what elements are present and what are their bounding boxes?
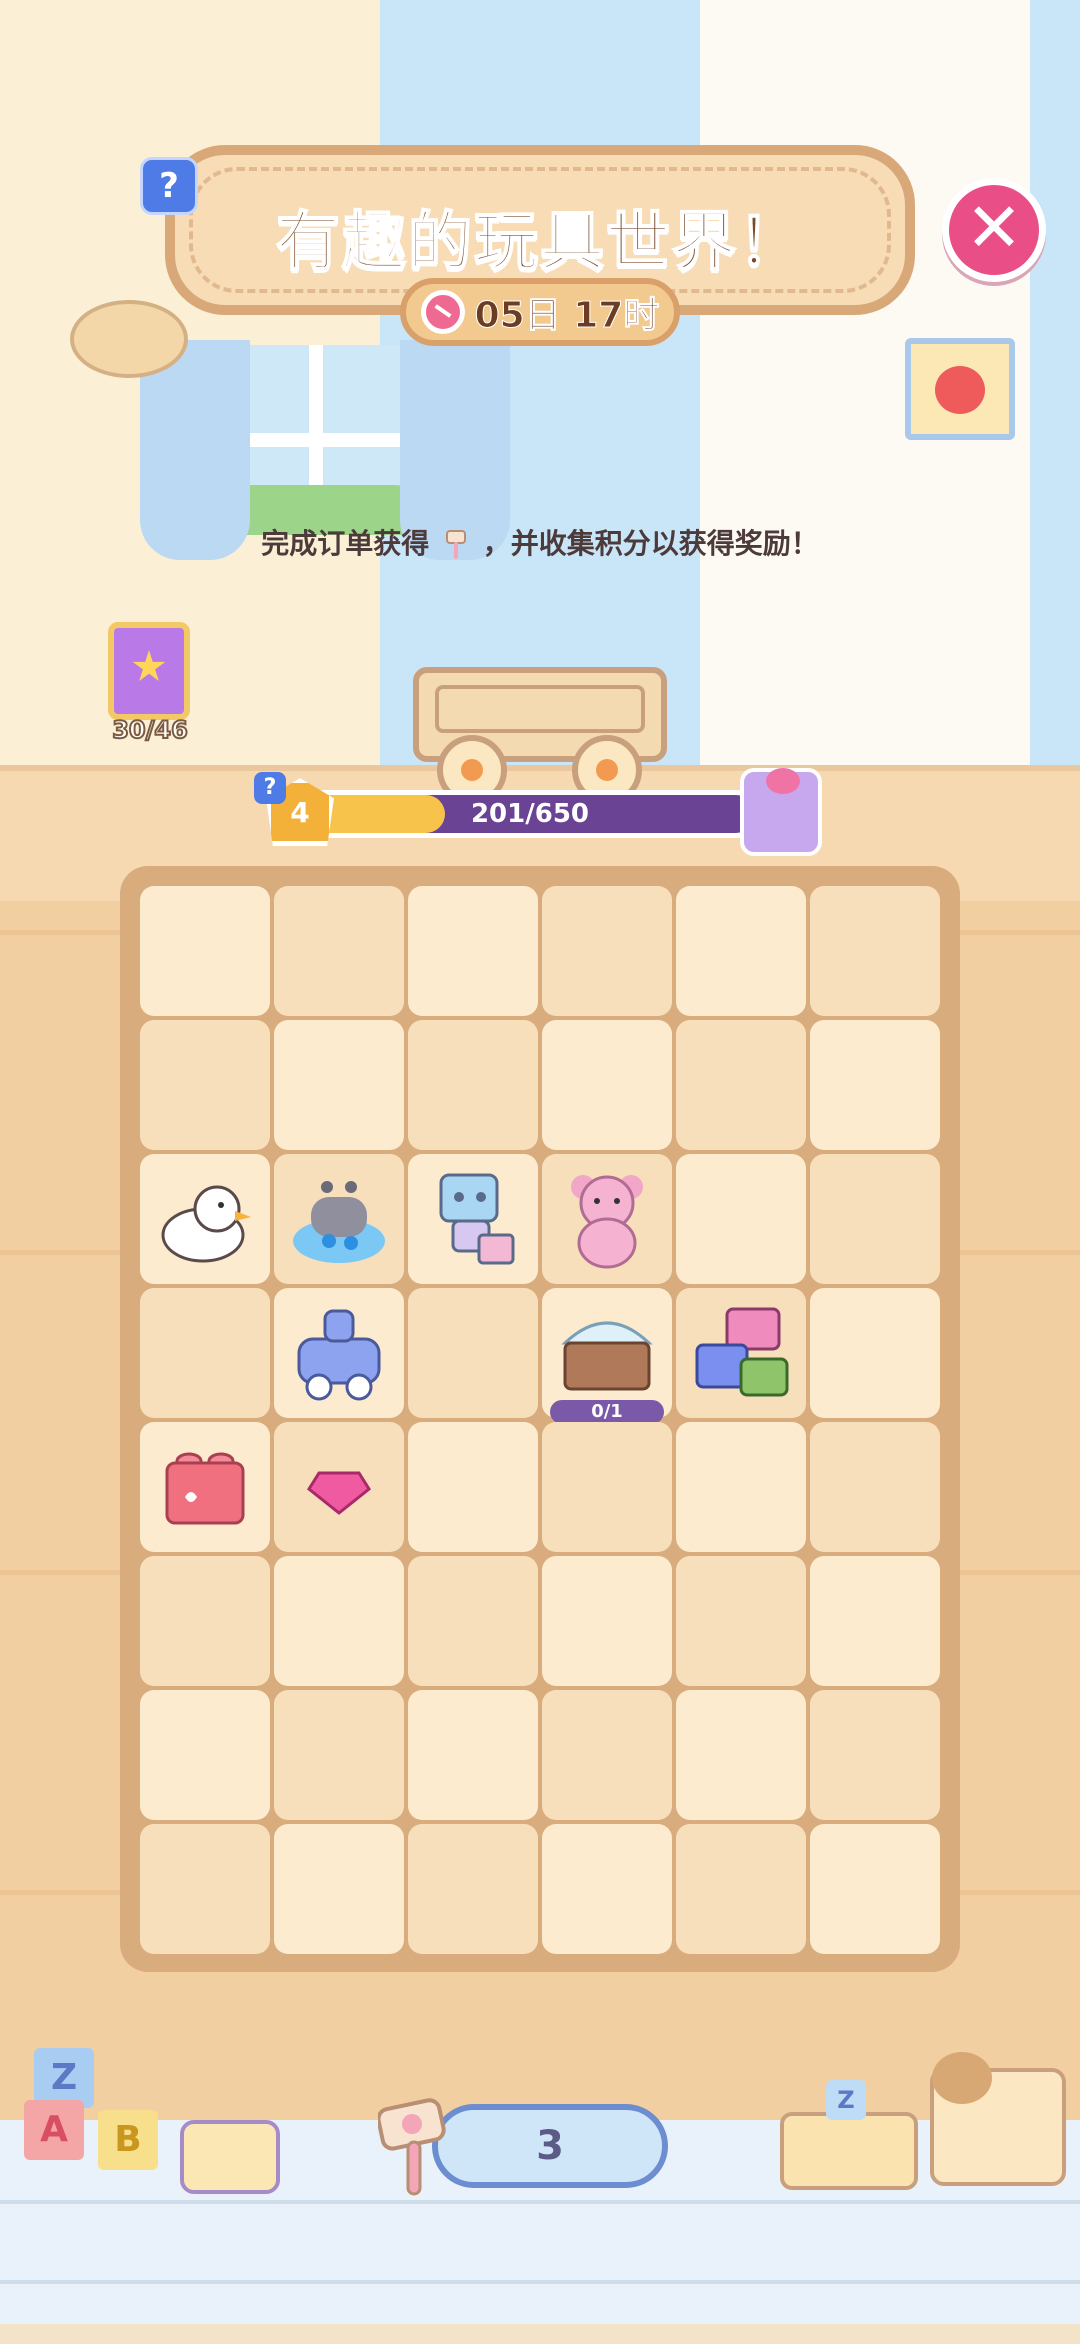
apple-picture-icon	[905, 338, 1015, 440]
board-cell[interactable]	[274, 1288, 404, 1418]
event-instruction: 完成订单获得 ，并收集积分以获得奖励！	[0, 522, 1080, 562]
board-cell[interactable]	[274, 1154, 404, 1284]
board-cell[interactable]	[408, 1020, 538, 1150]
board-cell[interactable]	[140, 886, 270, 1016]
board-cell[interactable]	[408, 1154, 538, 1284]
board-cell[interactable]	[810, 1824, 940, 1954]
board-cell[interactable]	[542, 1154, 672, 1284]
hammer-icon[interactable]	[378, 2098, 448, 2198]
progress-text: 201/650	[470, 799, 590, 829]
board-cell[interactable]	[542, 1690, 672, 1820]
event-timer: 05日 17时	[400, 278, 680, 346]
chest-icon[interactable]	[557, 1303, 657, 1403]
instruction-suffix: ，并收集积分以获得奖励！	[482, 527, 819, 560]
board-cell[interactable]	[810, 1422, 940, 1552]
board-cell[interactable]	[810, 1020, 940, 1150]
timer-text: 05日 17时	[474, 295, 660, 337]
board-cell[interactable]	[408, 886, 538, 1016]
board-cell[interactable]	[810, 1154, 940, 1284]
board-cell[interactable]	[542, 1020, 672, 1150]
hammer-icon	[446, 530, 466, 559]
board-cell[interactable]	[542, 886, 672, 1016]
blocks-icon[interactable]	[691, 1303, 791, 1403]
board-cell[interactable]	[676, 1020, 806, 1150]
chest-progress-label: 0/1	[550, 1400, 664, 1424]
merge-board: 0/1	[120, 866, 960, 1972]
board-cell[interactable]	[140, 1288, 270, 1418]
toy-block-z: Z	[34, 2048, 94, 2108]
instruction-prefix: 完成订单获得	[261, 527, 430, 560]
board-cell[interactable]	[140, 1422, 270, 1552]
board-cell[interactable]	[810, 886, 940, 1016]
robot-icon[interactable]	[423, 1169, 523, 1269]
ceiling-fan-icon	[70, 300, 188, 378]
board-cell[interactable]	[274, 1020, 404, 1150]
board-cell[interactable]: 0/1	[542, 1288, 672, 1424]
board-cell[interactable]	[810, 1556, 940, 1686]
train-icon[interactable]	[289, 1303, 389, 1403]
gem-icon[interactable]	[289, 1437, 389, 1537]
duck-icon[interactable]	[155, 1169, 255, 1269]
board-cell[interactable]	[676, 1288, 806, 1418]
teddy-bear-icon[interactable]	[557, 1169, 657, 1269]
board-cell[interactable]	[542, 1422, 672, 1552]
toy-cart-decoration	[780, 2112, 918, 2190]
toy-block-b: B	[98, 2110, 158, 2170]
cart-block-z: Z	[826, 2080, 866, 2120]
toy-block-a: A	[24, 2100, 84, 2160]
board-cell[interactable]	[274, 886, 404, 1016]
board-cell[interactable]	[274, 1556, 404, 1686]
board-cell[interactable]	[676, 1556, 806, 1686]
clock-icon	[420, 290, 465, 334]
star-icon	[132, 650, 166, 681]
board-cell[interactable]	[140, 1556, 270, 1686]
points-progress-bar: 201/650	[300, 790, 760, 838]
toy-train-decoration	[180, 2120, 280, 2194]
board-cell[interactable]	[408, 1824, 538, 1954]
album-count: 30/46	[111, 715, 189, 745]
board-cell[interactable]	[676, 1422, 806, 1552]
board-cell[interactable]	[140, 1690, 270, 1820]
board-cell[interactable]	[140, 1824, 270, 1954]
board-cell[interactable]	[274, 1690, 404, 1820]
board-cell[interactable]	[676, 1154, 806, 1284]
bow-icon	[766, 768, 800, 794]
event-title: 有趣的玩具世界！	[275, 205, 804, 281]
board-cell[interactable]	[140, 1020, 270, 1150]
board-cell[interactable]	[408, 1288, 538, 1418]
board-cell[interactable]	[676, 886, 806, 1016]
hammer-count[interactable]: 3	[432, 2104, 668, 2188]
board-cell[interactable]	[408, 1690, 538, 1820]
board-cell[interactable]	[408, 1556, 538, 1686]
board-cell[interactable]	[676, 1690, 806, 1820]
reward-gift-button[interactable]	[740, 768, 822, 856]
board-cell[interactable]	[542, 1824, 672, 1954]
board-cell[interactable]	[408, 1422, 538, 1552]
bath-toy-icon[interactable]	[289, 1169, 389, 1269]
board-cell[interactable]	[274, 1824, 404, 1954]
board-cell[interactable]	[810, 1288, 940, 1418]
level-help-button[interactable]: ?	[254, 772, 286, 804]
board-cell[interactable]	[810, 1690, 940, 1820]
close-button[interactable]: ✕	[942, 178, 1046, 282]
board-cell[interactable]	[274, 1422, 404, 1552]
board-cell[interactable]	[542, 1556, 672, 1686]
teddy-bear-icon	[932, 2052, 992, 2104]
help-button[interactable]: ?	[140, 157, 198, 215]
board-cell[interactable]	[140, 1154, 270, 1284]
album-book-button[interactable]	[108, 622, 190, 720]
board-cell[interactable]	[676, 1824, 806, 1954]
brick-icon[interactable]	[155, 1437, 255, 1537]
